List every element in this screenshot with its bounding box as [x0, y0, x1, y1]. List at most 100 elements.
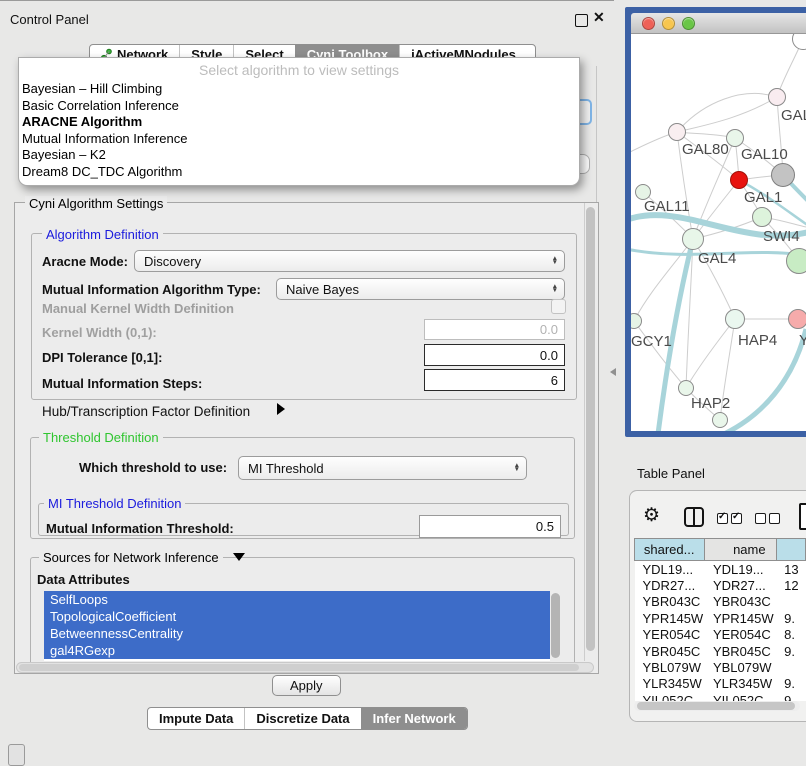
table-clip: shared...nameYDL19...YDL19...13YDR27...Y… — [634, 538, 806, 701]
table-row[interactable]: YPR145WYPR145W9. — [635, 610, 806, 626]
splitter-collapse-icon[interactable] — [610, 368, 616, 376]
tab-discretize-data[interactable]: Discretize Data — [244, 708, 360, 729]
algorithm-option-bayesian-hill-climbing[interactable]: Bayesian – Hill Climbing — [19, 81, 579, 98]
aracne-mode-select[interactable]: Discovery ▲▼ — [134, 250, 565, 272]
dropdown-placeholder: Select algorithm to view settings — [19, 58, 579, 81]
apply-button[interactable]: Apply — [272, 675, 341, 696]
attribute-list-scrollbar[interactable] — [551, 593, 560, 658]
table-cell[interactable]: 12 — [776, 577, 805, 593]
mi-steps-field[interactable]: 6 — [424, 369, 565, 391]
manual-kernel-label: Manual Kernel Width Definition — [42, 301, 234, 316]
table-cell[interactable]: YDR27... — [705, 577, 776, 593]
table-cell[interactable]: YBL079W — [705, 659, 776, 675]
deselect-all-columns-icon[interactable] — [755, 511, 783, 529]
table-cell[interactable]: YER054C — [635, 627, 705, 643]
table-cell[interactable]: 9. — [776, 676, 805, 692]
table-row[interactable]: YBL079WYBL079W — [635, 659, 806, 675]
table-cell[interactable]: YLR345W — [705, 676, 776, 692]
table-cell[interactable]: YPR145W — [705, 610, 776, 626]
which-threshold-select[interactable]: MI Threshold ▲▼ — [238, 456, 527, 480]
aracne-mode-value: Discovery — [144, 254, 201, 269]
table-cell[interactable]: YBR043C — [635, 594, 705, 610]
table-row[interactable]: YBR045CYBR045C9. — [635, 643, 806, 659]
network-node[interactable] — [730, 171, 748, 189]
expand-right-icon[interactable] — [277, 403, 285, 415]
tab-infer-network[interactable]: Infer Network — [361, 708, 467, 729]
attribute-item-selfloops[interactable]: SelfLoops — [44, 591, 550, 608]
table-row[interactable]: YER054CYER054C8. — [635, 627, 806, 643]
table-hscroll-thumb[interactable] — [637, 702, 795, 710]
tab-impute-data[interactable]: Impute Data — [148, 708, 244, 729]
algorithm-option-aracne-algorithm[interactable]: ARACNE Algorithm — [19, 114, 579, 131]
table-cell[interactable]: YDL19... — [635, 561, 705, 578]
close-traffic-icon[interactable] — [642, 17, 655, 30]
network-window-titlebar[interactable] — [631, 13, 806, 34]
table-row[interactable]: YDL19...YDL19...13 — [635, 561, 806, 578]
collapse-down-icon[interactable] — [233, 553, 245, 561]
node-label-gal1: GAL1 — [744, 189, 782, 206]
network-node[interactable] — [768, 88, 786, 106]
table-cell[interactable]: YBL079W — [635, 659, 705, 675]
settings-hscroll-thumb[interactable] — [19, 664, 579, 671]
table-cell[interactable]: YPR145W — [635, 610, 705, 626]
table-cell[interactable] — [776, 594, 805, 610]
column-header-shared-[interactable]: shared... — [635, 539, 705, 561]
table-row[interactable]: YLR345WYLR345W9. — [635, 676, 806, 692]
float-panel-icon[interactable] — [575, 14, 588, 27]
select-all-columns-icon[interactable] — [717, 511, 745, 529]
node-table[interactable]: shared...nameYDL19...YDL19...13YDR27...Y… — [634, 538, 806, 701]
network-node[interactable] — [725, 309, 745, 329]
manual-kernel-checkbox[interactable] — [551, 299, 566, 314]
table-cell[interactable]: YBR045C — [705, 643, 776, 659]
column-header-name[interactable]: name — [705, 539, 776, 561]
table-cell[interactable] — [776, 659, 805, 675]
table-row[interactable]: YIL052CYIL052C9 — [635, 692, 806, 701]
table-cell[interactable]: 8. — [776, 627, 805, 643]
network-node[interactable] — [752, 207, 772, 227]
attribute-item-gal4rgexp[interactable]: gal4RGexp — [44, 642, 550, 659]
table-row[interactable]: YDR27...YDR27...12 — [635, 577, 806, 593]
table-row[interactable]: YBR043CYBR043C — [635, 594, 806, 610]
table-cell[interactable]: YIL052C — [635, 692, 705, 701]
attribute-item-topologicalcoefficient[interactable]: TopologicalCoefficient — [44, 608, 550, 625]
algorithm-option-basic-correlation-inference[interactable]: Basic Correlation Inference — [19, 98, 579, 115]
close-icon[interactable]: ✕ — [593, 9, 605, 26]
table-cell[interactable]: 9. — [776, 643, 805, 659]
table-cell[interactable]: YDR27... — [635, 577, 705, 593]
data-attributes-list[interactable]: SelfLoopsTopologicalCoefficientBetweenne… — [44, 591, 550, 661]
table-cell[interactable]: 9 — [776, 692, 805, 701]
mi-threshold-field[interactable]: 0.5 — [419, 515, 561, 538]
table-cell[interactable]: YBR045C — [635, 643, 705, 659]
gear-icon[interactable]: ⚙ — [643, 504, 660, 527]
algorithm-option-dream8-dc-tdc-algorithm[interactable]: Dream8 DC_TDC Algorithm — [19, 164, 579, 181]
network-node[interactable] — [682, 228, 704, 250]
table-cell[interactable]: YER054C — [705, 627, 776, 643]
network-node[interactable] — [712, 412, 728, 428]
docked-panel-icon[interactable] — [8, 744, 25, 766]
network-node[interactable] — [788, 309, 806, 329]
table-cell[interactable]: YIL052C — [705, 692, 776, 701]
algorithm-option-mutual-information-inference[interactable]: Mutual Information Inference — [19, 131, 579, 148]
network-node[interactable] — [771, 163, 795, 187]
network-node[interactable] — [786, 248, 806, 274]
table-cell[interactable]: YLR345W — [635, 676, 705, 692]
algorithm-option-bayesian-k2[interactable]: Bayesian – K2 — [19, 147, 579, 164]
attribute-item-betweennesscentrality[interactable]: BetweennessCentrality — [44, 625, 550, 642]
columns-icon[interactable] — [684, 507, 704, 527]
table-cell[interactable]: 13 — [776, 561, 805, 578]
settings-vscroll-thumb[interactable] — [586, 207, 595, 651]
network-node[interactable] — [678, 380, 694, 396]
new-table-icon[interactable] — [799, 503, 806, 530]
network-node[interactable] — [668, 123, 686, 141]
table-cell[interactable]: 9. — [776, 610, 805, 626]
network-canvas[interactable]: GALGAL80GAL10GAL1GAL11SWI4GAL4GCY1HAP4YH… — [631, 34, 806, 431]
kernel-width-field[interactable]: 0.0 — [424, 319, 565, 340]
minimize-traffic-icon[interactable] — [662, 17, 675, 30]
zoom-traffic-icon[interactable] — [682, 17, 695, 30]
table-cell[interactable]: YBR043C — [705, 594, 776, 610]
table-cell[interactable]: YDL19... — [705, 561, 776, 578]
column-header-partial[interactable] — [776, 539, 805, 561]
hub-section-label: Hub/Transcription Factor Definition — [42, 404, 250, 419]
mi-type-select[interactable]: Naive Bayes ▲▼ — [276, 278, 565, 300]
dpi-tolerance-field[interactable]: 0.0 — [424, 344, 565, 366]
